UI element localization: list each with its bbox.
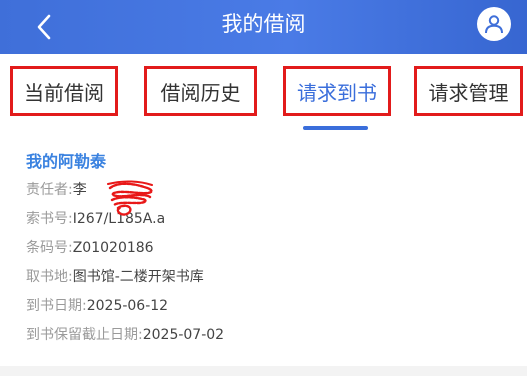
hold-deadline-value: 2025-07-02	[142, 327, 225, 343]
pickup-location-row: 取书地:图书馆-二楼开架书库	[26, 263, 506, 292]
hold-deadline-row: 到书保留截止日期:2025-07-02	[26, 321, 506, 350]
page-title: 我的借阅	[221, 12, 306, 36]
pickup-location-value: 图书馆-二楼开架书库	[72, 269, 204, 285]
tab-label: 请求管理	[428, 80, 509, 105]
tab-request-arrival[interactable]: 请求到书	[283, 66, 391, 116]
back-button[interactable]	[26, 9, 62, 45]
arrival-date-row: 到书日期:2025-06-12	[26, 292, 506, 321]
book-title[interactable]: 我的阿勒泰	[26, 150, 506, 174]
user-icon	[485, 15, 503, 34]
field-label: 索书号:	[26, 211, 73, 227]
book-card[interactable]: 我的阿勒泰 责任者:李 索书号:I267/L185A.a 条码号:Z010201…	[26, 150, 506, 350]
field-label: 责任者:	[26, 182, 73, 198]
tab-label: 借阅历史	[160, 80, 241, 105]
avatar[interactable]	[477, 7, 511, 41]
field-label: 条码号:	[26, 240, 73, 256]
tab-bar: 当前借阅 借阅历史 请求到书 请求管理	[0, 54, 527, 140]
author-row: 责任者:李	[26, 176, 506, 205]
barcode-row: 条码号:Z01020186	[26, 234, 506, 263]
tab-current-borrowing[interactable]: 当前借阅	[10, 66, 118, 116]
divider	[0, 366, 527, 376]
tab-label: 请求到书	[297, 80, 377, 105]
active-tab-indicator	[303, 126, 368, 130]
author-value: 李	[72, 182, 87, 198]
chevron-left-icon	[37, 14, 51, 40]
redaction-scribble	[107, 180, 153, 216]
field-label: 到书日期:	[26, 298, 87, 314]
app-header: 我的借阅	[0, 0, 527, 54]
tab-label: 当前借阅	[24, 80, 104, 105]
tab-request-management[interactable]: 请求管理	[414, 66, 523, 116]
tab-borrowing-history[interactable]: 借阅历史	[144, 66, 257, 116]
field-label: 取书地:	[26, 269, 73, 285]
call-number-row: 索书号:I267/L185A.a	[26, 205, 506, 234]
field-label: 到书保留截止日期:	[26, 327, 143, 343]
arrival-date-value: 2025-06-12	[86, 298, 169, 314]
barcode-value: Z01020186	[72, 240, 154, 256]
